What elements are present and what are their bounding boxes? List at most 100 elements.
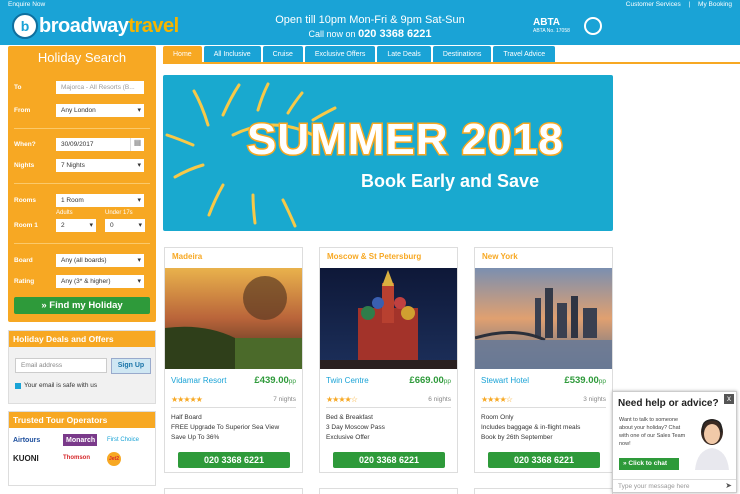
- deals-title: Holiday Deals and Offers: [9, 331, 155, 347]
- help-chat-widget: Need help or advice? x Want to talk to s…: [612, 391, 737, 493]
- find-holiday-button[interactable]: » Find my Holiday: [14, 297, 150, 314]
- card-price: £669.00pp: [409, 375, 451, 386]
- agent-avatar: [695, 419, 729, 470]
- card-hotel[interactable]: Twin Centre: [326, 376, 369, 385]
- card-feature: Save Up To 36%: [171, 434, 220, 441]
- date-input[interactable]: 30/09/2017: [56, 138, 130, 151]
- destination-input[interactable]: Majorca - All Resorts (B...: [56, 81, 144, 94]
- logo[interactable]: b broadwaytravel: [12, 13, 179, 39]
- divider: [14, 183, 150, 184]
- monarch-logo: Monarch: [63, 434, 97, 446]
- header: b broadwaytravel Open till 10pm Mon-Fri …: [0, 10, 740, 45]
- nights-label: Nights: [14, 162, 35, 169]
- tour-title: Trusted Tour Operators: [9, 412, 155, 428]
- deals-signup: Holiday Deals and Offers Email address S…: [8, 330, 156, 404]
- room1-label: Room 1: [14, 222, 38, 229]
- search-title: Holiday Search: [37, 50, 127, 65]
- deal-card[interactable]: [474, 488, 613, 494]
- call-button[interactable]: 020 3368 6221: [488, 452, 600, 468]
- call-button[interactable]: 020 3368 6221: [333, 452, 445, 468]
- abta-logo: ABTA ABTA No. 17058: [533, 17, 570, 34]
- card-price: £539.00pp: [564, 375, 606, 386]
- adults-select[interactable]: 2: [56, 219, 96, 232]
- card-feature: Room Only: [481, 414, 514, 421]
- nights-select[interactable]: 7 Nights: [56, 159, 144, 172]
- tab-destinations[interactable]: Destinations: [432, 46, 492, 63]
- calendar-icon[interactable]: ▦: [130, 138, 144, 151]
- card-hotel[interactable]: Vidamar Resort: [171, 376, 226, 385]
- deal-card[interactable]: [164, 488, 303, 494]
- from-select[interactable]: Any London: [56, 104, 144, 117]
- tab-travel-advice[interactable]: Travel Advice: [493, 46, 556, 63]
- deal-card[interactable]: [319, 488, 458, 494]
- children-select[interactable]: 0: [105, 219, 145, 232]
- tab-cruise[interactable]: Cruise: [262, 46, 303, 63]
- from-label: From: [14, 107, 31, 114]
- sidebar: Holiday Search To Majorca - All Resorts (…: [8, 46, 156, 486]
- board-label: Board: [14, 257, 33, 264]
- enquire-link[interactable]: Enquire Now: [8, 0, 45, 10]
- tab-exclusive-offers[interactable]: Exclusive Offers: [304, 46, 376, 63]
- divider: [14, 128, 150, 129]
- card-feature: Bed & Breakfast: [326, 414, 373, 421]
- send-icon[interactable]: ➤: [725, 481, 732, 490]
- card-destination: Moscow & St Petersburg: [327, 252, 422, 261]
- tab-all-inclusive[interactable]: All Inclusive: [203, 46, 261, 63]
- opening-info: Open till 10pm Mon-Fri & 9pm Sat-Sun Cal…: [270, 14, 470, 40]
- nav-underline: [163, 62, 740, 64]
- close-icon[interactable]: x: [724, 394, 734, 404]
- card-feature: Book by 26th September: [481, 434, 553, 441]
- card-feature: 3 Day Moscow Pass: [326, 424, 385, 431]
- tab-late-deals[interactable]: Late Deals: [377, 46, 431, 63]
- summer-banner[interactable]: SUMMER 2018 Book Early and Save: [163, 75, 613, 231]
- card-hotel[interactable]: Stewart Hotel: [481, 376, 529, 385]
- header-phone: 020 3368 6221: [358, 28, 432, 40]
- moscow-image[interactable]: [320, 268, 457, 369]
- seal-icon: [584, 17, 602, 35]
- card-feature: FREE Upgrade To Superior Sea View: [171, 424, 280, 431]
- banner-subtitle: Book Early and Save: [361, 171, 540, 191]
- divider: [171, 407, 296, 408]
- thomson-logo: Thomson: [63, 455, 90, 461]
- click-to-chat-button[interactable]: » Click to chat: [619, 458, 679, 470]
- adults-label: Adults: [56, 210, 73, 216]
- card-nights: 6 nights: [428, 396, 451, 403]
- divider: [481, 407, 606, 408]
- kuoni-logo: KUONI: [13, 453, 39, 463]
- card-feature: Half Board: [171, 414, 202, 421]
- customer-services-link[interactable]: Customer Services: [626, 1, 681, 8]
- banner-title: SUMMER 2018: [246, 114, 565, 166]
- rating-select[interactable]: Any (3* & higher): [56, 275, 144, 288]
- board-select[interactable]: Any (all boards): [56, 254, 144, 267]
- card-price: £439.00pp: [254, 375, 296, 386]
- new-york-image[interactable]: [475, 268, 612, 369]
- jet2-logo: Jet2: [107, 452, 121, 466]
- tour-operators: Trusted Tour Operators Airtours Monarch …: [8, 411, 156, 486]
- chat-message-input[interactable]: Type your message here: [613, 479, 736, 492]
- call-now[interactable]: Call now on 020 3368 6221: [270, 28, 470, 40]
- deal-card[interactable]: Madeira Vidamar Resort £439.00pp ★★★★★ 7…: [164, 247, 303, 473]
- star-rating: ★★★★☆: [326, 395, 358, 404]
- help-text: Want to talk to someone about your holid…: [619, 417, 686, 447]
- signup-button[interactable]: Sign Up: [111, 358, 151, 374]
- topbar-separator: |: [688, 1, 691, 8]
- call-button[interactable]: 020 3368 6221: [178, 452, 290, 468]
- my-booking-link[interactable]: My Booking: [698, 1, 732, 8]
- madeira-image[interactable]: [165, 268, 302, 369]
- checkbox[interactable]: [15, 382, 21, 389]
- opening-hours: Open till 10pm Mon-Fri & 9pm Sat-Sun: [275, 14, 465, 26]
- tab-home[interactable]: Home: [163, 46, 202, 63]
- email-input[interactable]: Email address: [15, 358, 107, 373]
- email-safe-note: Your email is safe with us: [15, 382, 97, 389]
- card-feature: Exclusive Offer: [326, 434, 370, 441]
- star-rating: ★★★★☆: [481, 395, 513, 404]
- airtours-logo: Airtours: [13, 436, 41, 444]
- rooms-select[interactable]: 1 Room: [56, 194, 144, 207]
- holiday-search: Holiday Search To Majorca - All Resorts (…: [8, 46, 156, 322]
- deal-card[interactable]: Moscow & St Petersburg Twin Centre £669.…: [319, 247, 458, 473]
- deal-card[interactable]: New York Stewart Hotel £539.00pp ★★★★☆ 3…: [474, 247, 613, 473]
- card-destination: Madeira: [172, 252, 203, 261]
- card-feature: Includes baggage & in-flight meals: [481, 424, 581, 431]
- when-label: When?: [14, 141, 36, 148]
- rooms-label: Rooms: [14, 197, 37, 204]
